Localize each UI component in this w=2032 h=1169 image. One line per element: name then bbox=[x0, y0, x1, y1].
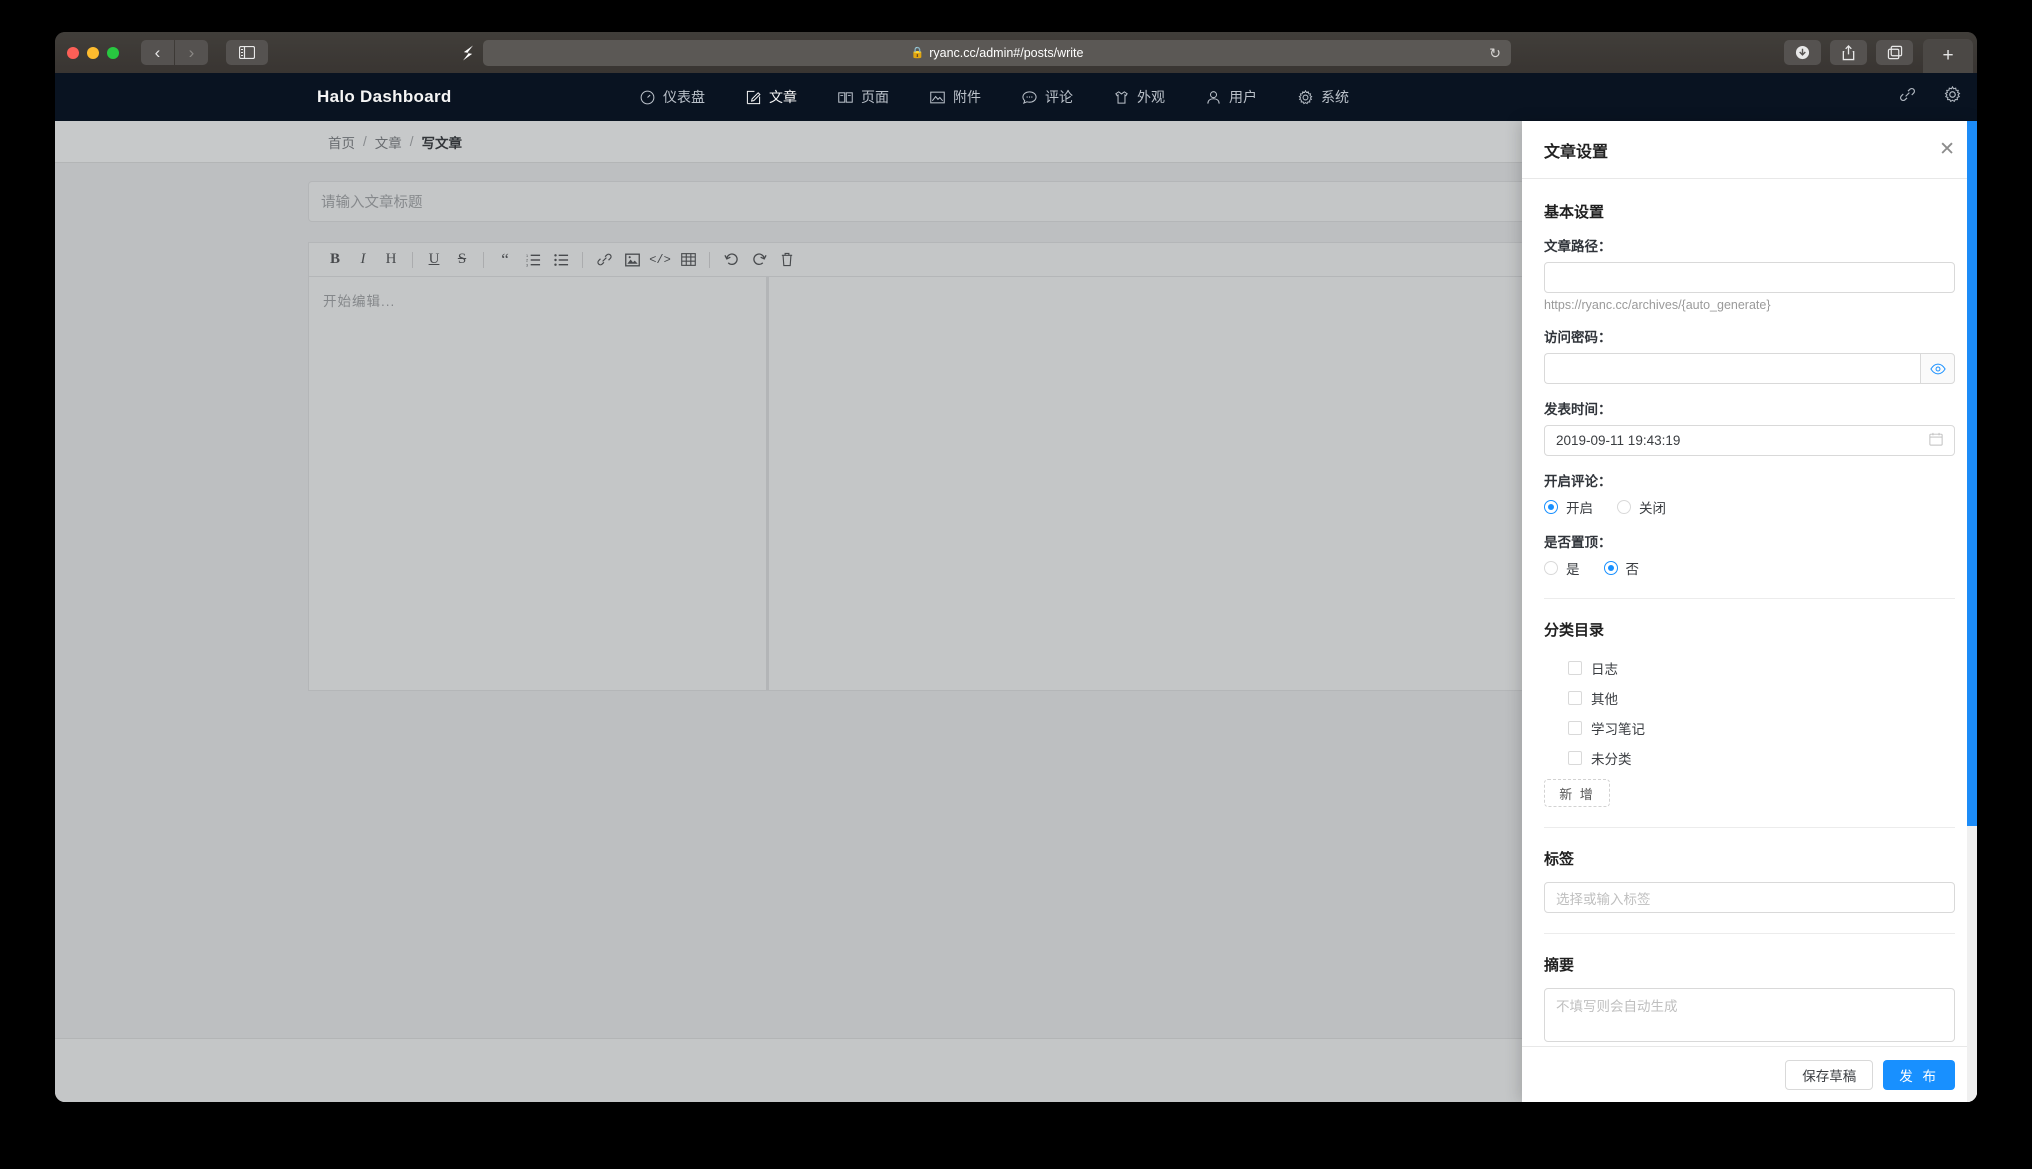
categories-title: 分类目录 bbox=[1544, 622, 1605, 639]
publish-time-label: 发表时间： bbox=[1544, 402, 1612, 417]
drawer-scrollbar-thumb[interactable] bbox=[1967, 121, 1977, 826]
minimize-window-button[interactable] bbox=[87, 46, 99, 59]
radio-label: 关闭 bbox=[1639, 501, 1666, 516]
access-password-field-group: 访问密码： bbox=[1544, 326, 1955, 384]
site-favicon bbox=[455, 40, 481, 66]
sidebar-toggle-button[interactable] bbox=[226, 40, 268, 65]
category-item[interactable]: 学习笔记 bbox=[1544, 713, 1955, 743]
checkbox[interactable] bbox=[1568, 691, 1582, 705]
sidebar-icon bbox=[239, 46, 255, 59]
divider bbox=[1544, 827, 1955, 828]
calendar-icon[interactable] bbox=[1929, 432, 1943, 449]
divider bbox=[1544, 933, 1955, 934]
category-item[interactable]: 其他 bbox=[1544, 683, 1955, 713]
eye-icon-glyph bbox=[1929, 363, 1946, 374]
pinned-radio-yes[interactable]: 是 bbox=[1544, 558, 1580, 578]
summary-placeholder: 不填写则会自动生成 bbox=[1556, 999, 1678, 1014]
drawer-header: 文章设置 ✕ bbox=[1522, 121, 1977, 179]
publish-time-value: 2019-09-11 19:43:19 bbox=[1556, 433, 1681, 448]
close-icon[interactable]: ✕ bbox=[1939, 140, 1955, 159]
add-category-button[interactable]: 新 增 bbox=[1544, 779, 1610, 807]
tags-title: 标签 bbox=[1544, 851, 1575, 868]
address-bar[interactable]: 🔒 ryanc.cc/admin#/posts/write ↻ bbox=[483, 39, 1511, 66]
access-password-input[interactable] bbox=[1544, 353, 1921, 384]
radio-label: 开启 bbox=[1566, 501, 1593, 516]
radio-label: 否 bbox=[1625, 562, 1640, 577]
basic-settings-title: 基本设置 bbox=[1544, 204, 1605, 221]
post-path-label: 文章路径： bbox=[1544, 239, 1612, 254]
drawer-footer: 保存草稿 发 布 bbox=[1522, 1046, 1977, 1102]
post-path-field-group: 文章路径： https://ryanc.cc/archives/{auto_ge… bbox=[1544, 235, 1955, 312]
access-password-label: 访问密码： bbox=[1544, 330, 1612, 345]
category-item[interactable]: 未分类 bbox=[1544, 743, 1955, 773]
save-draft-button[interactable]: 保存草稿 bbox=[1785, 1059, 1874, 1090]
drawer-body: 基本设置 文章路径： https://ryanc.cc/archives/{au… bbox=[1522, 179, 1977, 1046]
tab-overview-button[interactable] bbox=[1876, 40, 1913, 65]
browser-titlebar: ‹ › 🔒 ryanc.cc/admin#/posts/write ↻ + bbox=[55, 32, 1977, 73]
lock-icon: 🔒 bbox=[910, 47, 925, 59]
radio-indicator bbox=[1544, 561, 1558, 575]
access-password-row bbox=[1544, 353, 1955, 384]
post-path-hint: https://ryanc.cc/archives/{auto_generate… bbox=[1544, 298, 1771, 312]
browser-window: ‹ › 🔒 ryanc.cc/admin#/posts/write ↻ + Ha… bbox=[55, 32, 1977, 1102]
radio-indicator bbox=[1617, 500, 1631, 514]
category-label: 未分类 bbox=[1591, 752, 1632, 767]
tags-placeholder: 选择或输入标签 bbox=[1556, 891, 1651, 907]
categories-section: 分类目录 日志 其他 学习笔记 未分类 新 增 bbox=[1544, 619, 1955, 807]
comments-radio-off[interactable]: 关闭 bbox=[1617, 497, 1666, 517]
checkbox[interactable] bbox=[1568, 751, 1582, 765]
checkbox[interactable] bbox=[1568, 661, 1582, 675]
toolbar-right-buttons bbox=[1784, 40, 1913, 65]
download-icon bbox=[1795, 45, 1810, 60]
summary-title: 摘要 bbox=[1544, 957, 1575, 974]
category-item[interactable]: 日志 bbox=[1544, 653, 1955, 683]
close-window-button[interactable] bbox=[67, 46, 79, 59]
category-label: 学习笔记 bbox=[1591, 722, 1645, 737]
comments-radio-group: 开启 关闭 bbox=[1544, 497, 1955, 517]
radio-indicator bbox=[1603, 561, 1618, 575]
tab-overview-icon bbox=[1887, 45, 1902, 60]
share-button[interactable] bbox=[1830, 40, 1867, 65]
page-content: Halo Dashboard 仪表盘 文章 页面 附件 评论 外观 用户 系统 … bbox=[55, 73, 1977, 1102]
comments-radio-on[interactable]: 开启 bbox=[1544, 497, 1593, 517]
publish-time-field-group: 发表时间： 2019-09-11 19:43:19 bbox=[1544, 398, 1955, 456]
pinned-radio-group: 是 否 bbox=[1544, 558, 1955, 578]
eye-icon[interactable] bbox=[1920, 353, 1955, 384]
maximize-window-button[interactable] bbox=[107, 46, 119, 59]
pinned-radio-no[interactable]: 否 bbox=[1603, 558, 1640, 578]
divider bbox=[1544, 598, 1955, 599]
category-label: 其他 bbox=[1591, 692, 1618, 707]
summary-section: 摘要 不填写则会自动生成 bbox=[1544, 954, 1955, 1042]
comments-label: 开启评论： bbox=[1544, 474, 1612, 489]
url-text: ryanc.cc/admin#/posts/write bbox=[929, 45, 1084, 60]
forward-button[interactable]: › bbox=[175, 40, 208, 65]
post-settings-drawer: 文章设置 ✕ 基本设置 文章路径： https://ryanc.cc/archi… bbox=[1522, 121, 1977, 1102]
halo-logo-icon bbox=[463, 45, 473, 60]
comments-field-group: 开启评论： 开启 关闭 bbox=[1544, 470, 1955, 517]
window-controls bbox=[67, 46, 119, 59]
drawer-scrollbar[interactable] bbox=[1967, 121, 1977, 1102]
radio-label: 是 bbox=[1566, 562, 1580, 577]
categories-list: 日志 其他 学习笔记 未分类 bbox=[1544, 653, 1955, 773]
reload-button[interactable]: ↻ bbox=[1489, 46, 1501, 60]
pinned-field-group: 是否置顶： 是 否 bbox=[1544, 531, 1955, 578]
publish-button[interactable]: 发 布 bbox=[1883, 1059, 1955, 1090]
checkbox[interactable] bbox=[1568, 721, 1582, 735]
tags-section: 标签 选择或输入标签 bbox=[1544, 848, 1955, 913]
publish-time-input[interactable]: 2019-09-11 19:43:19 bbox=[1544, 425, 1955, 456]
new-tab-button[interactable]: + bbox=[1923, 39, 1973, 73]
category-label: 日志 bbox=[1591, 662, 1618, 677]
pinned-label: 是否置顶： bbox=[1544, 535, 1612, 550]
download-button[interactable] bbox=[1784, 40, 1821, 65]
summary-textarea[interactable]: 不填写则会自动生成 bbox=[1544, 988, 1955, 1042]
calendar-icon-glyph bbox=[1929, 432, 1943, 446]
drawer-title: 文章设置 bbox=[1544, 143, 1609, 161]
navigation-buttons: ‹ › bbox=[141, 40, 208, 65]
radio-indicator bbox=[1544, 500, 1558, 514]
tags-input[interactable]: 选择或输入标签 bbox=[1544, 882, 1955, 913]
back-button[interactable]: ‹ bbox=[141, 40, 174, 65]
post-path-input[interactable] bbox=[1544, 262, 1955, 293]
share-icon bbox=[1842, 44, 1855, 60]
